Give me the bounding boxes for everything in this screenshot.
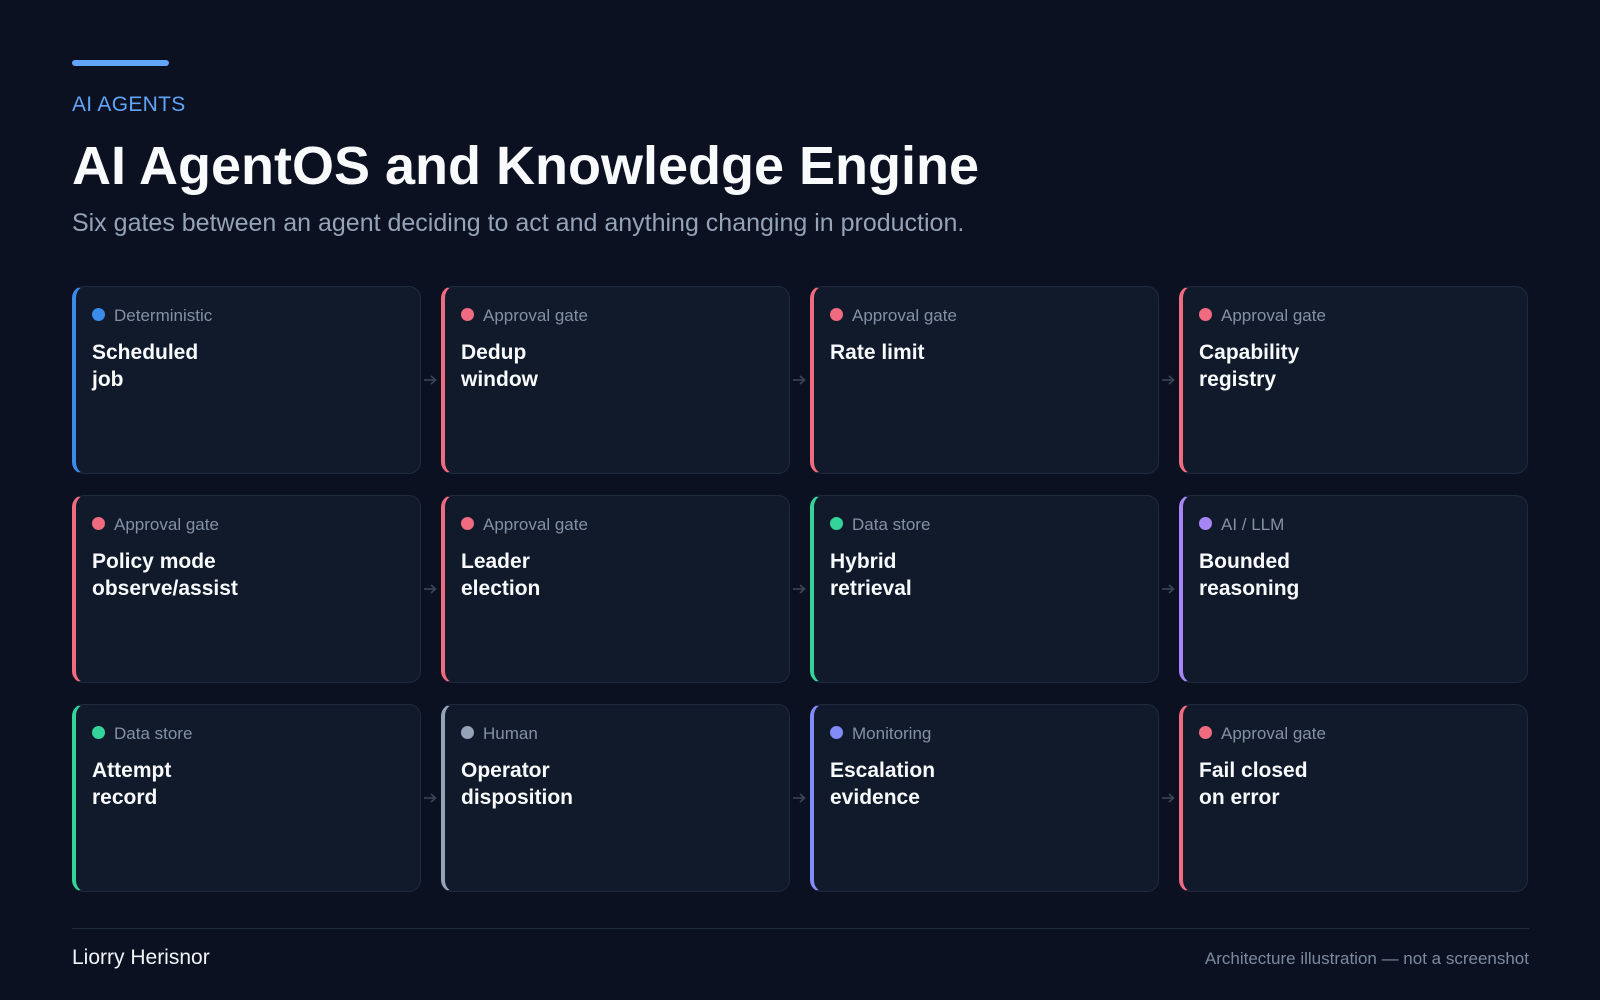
author-name: Liorry Herisnor (72, 946, 210, 969)
arrow-right-icon (793, 793, 806, 803)
category-dot-icon (830, 308, 843, 321)
card-label: Attempt record (92, 759, 172, 809)
arrow-right-icon (1162, 793, 1175, 803)
card-kind: Human (483, 724, 538, 743)
card-label: Operator disposition (461, 759, 573, 809)
pipeline-card-11: Monitoring Escalation evidence (810, 704, 1175, 892)
card-kind: Data store (852, 515, 931, 534)
category-dot-icon (830, 517, 843, 530)
card-kind: Deterministic (114, 306, 213, 325)
category-dot-icon (1199, 517, 1212, 530)
page-title: AI AgentOS and Knowledge Engine (72, 136, 980, 196)
arrow-right-icon (424, 375, 437, 385)
category-dot-icon (1199, 308, 1212, 321)
arrow-right-icon (793, 584, 806, 594)
arrow-right-icon (424, 584, 437, 594)
pipeline-card-9: Data store Attempt record (72, 704, 437, 892)
card-chip: Approval gate (1199, 721, 1511, 747)
pipeline-card-8: AI / LLM Bounded reasoning (1179, 495, 1528, 683)
pipeline-card-5: Approval gate Policy mode observe/assist (72, 495, 437, 683)
card-label: Rate limit (830, 341, 925, 364)
arrow-right-icon (424, 793, 437, 803)
card-label: Policy mode observe/assist (92, 550, 238, 600)
eyebrow: AI AGENTS (72, 93, 186, 116)
card-chip: Approval gate (92, 512, 404, 538)
card-chip: Approval gate (1199, 303, 1511, 329)
card-kind: AI / LLM (1221, 515, 1285, 534)
pipeline-card-7: Data store Hybrid retrieval (810, 495, 1175, 683)
category-dot-icon (461, 308, 474, 321)
card-label: Dedup window (461, 341, 538, 391)
arrow-right-icon (793, 375, 806, 385)
card-chip: Monitoring (830, 721, 1142, 747)
card-kind: Approval gate (483, 515, 588, 534)
card-label: Hybrid retrieval (830, 550, 912, 600)
card-chip: Human (461, 721, 773, 747)
category-dot-icon (461, 726, 474, 739)
card-chip: Data store (92, 721, 404, 747)
pipeline-card-3: Approval gate Rate limit (810, 286, 1175, 474)
card-label: Fail closed on error (1199, 759, 1308, 809)
pipeline-card-6: Approval gate Leader election (441, 495, 806, 683)
card-chip: Approval gate (830, 303, 1142, 329)
footer-divider (72, 928, 1529, 929)
category-dot-icon (461, 517, 474, 530)
arrow-right-icon (1162, 584, 1175, 594)
card-chip: Data store (830, 512, 1142, 538)
card-chip: Deterministic (92, 303, 404, 329)
card-chip: AI / LLM (1199, 512, 1511, 538)
card-kind: Approval gate (852, 306, 957, 325)
page: AI AGENTS AI AgentOS and Knowledge Engin… (0, 0, 1600, 1000)
category-dot-icon (92, 726, 105, 739)
page-subtitle: Six gates between an agent deciding to a… (72, 209, 965, 237)
arrow-right-icon (1162, 375, 1175, 385)
card-label: Leader election (461, 550, 541, 600)
card-kind: Approval gate (1221, 306, 1326, 325)
card-label: Capability registry (1199, 341, 1300, 391)
pipeline-card-2: Approval gate Dedup window (441, 286, 806, 474)
card-kind: Approval gate (114, 515, 219, 534)
card-label: Escalation evidence (830, 759, 936, 809)
pipeline-grid: Deterministic Scheduled job Approval gat… (72, 286, 1528, 892)
card-kind: Approval gate (1221, 724, 1326, 743)
card-label: Bounded reasoning (1199, 550, 1300, 600)
card-kind: Approval gate (483, 306, 588, 325)
category-dot-icon (830, 726, 843, 739)
card-kind: Monitoring (852, 724, 932, 743)
category-dot-icon (92, 517, 105, 530)
card-label: Scheduled job (92, 341, 199, 391)
pipeline-card-4: Approval gate Capability registry (1179, 286, 1528, 474)
category-dot-icon (92, 308, 105, 321)
card-chip: Approval gate (461, 303, 773, 329)
card-kind: Data store (114, 724, 193, 743)
pipeline-card-1: Deterministic Scheduled job (72, 286, 437, 474)
category-dot-icon (1199, 726, 1212, 739)
disclaimer: Architecture illustration — not a screen… (1204, 949, 1529, 968)
pipeline-card-10: Human Operator disposition (441, 704, 806, 892)
accent-bar (72, 60, 169, 66)
pipeline-card-12: Approval gate Fail closed on error (1179, 704, 1528, 892)
card-chip: Approval gate (461, 512, 773, 538)
